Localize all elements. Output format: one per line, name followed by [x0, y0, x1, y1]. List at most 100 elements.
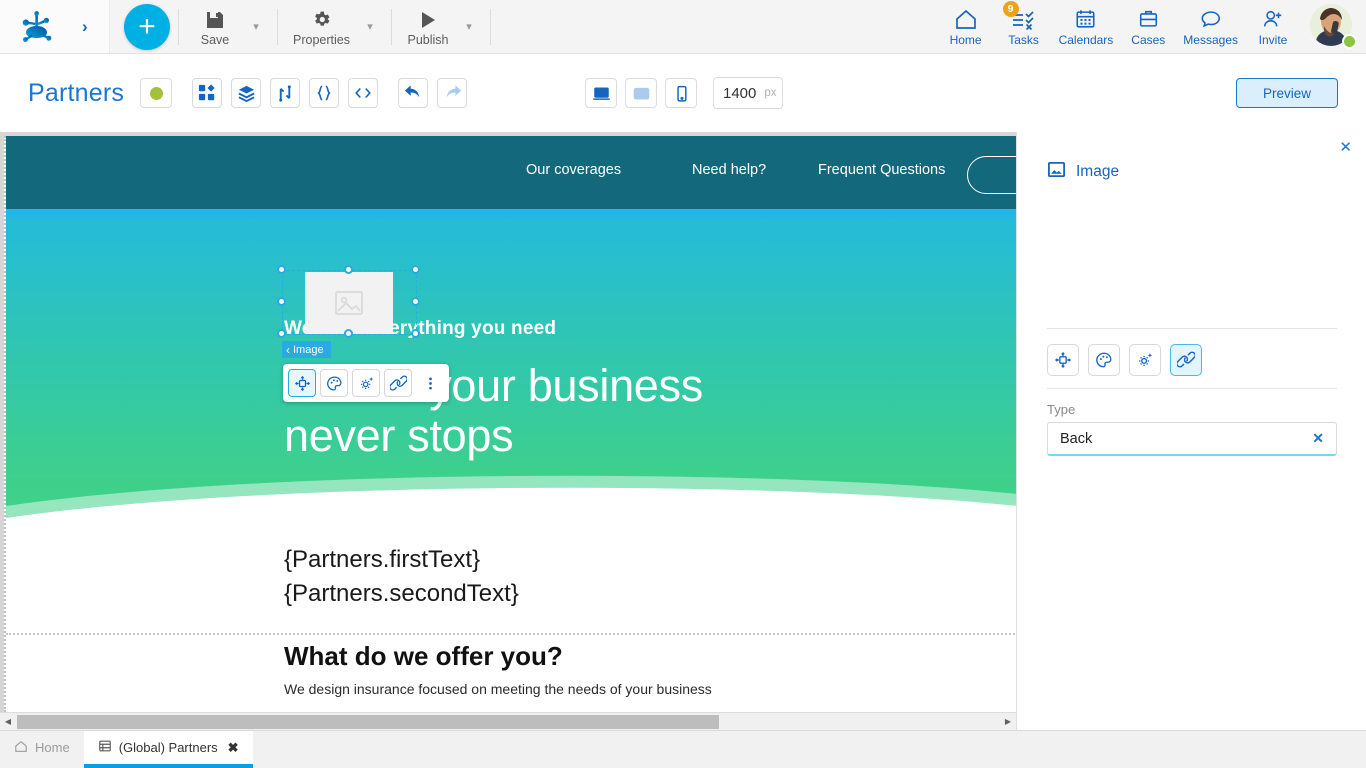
viewport-switcher: 1400 px: [585, 77, 783, 109]
type-field-label: Type: [1047, 402, 1076, 417]
float-link-button[interactable]: [384, 369, 412, 397]
image-placeholder[interactable]: [305, 272, 393, 334]
panel-tab-link[interactable]: [1170, 344, 1202, 376]
save-label: Save: [200, 33, 230, 47]
expand-sidebar-chevron-right-icon[interactable]: ›: [82, 17, 88, 37]
divider: [489, 8, 491, 45]
person-plus-icon: [1261, 6, 1285, 31]
site-nav-link-help[interactable]: Need help?: [692, 162, 766, 178]
properties-button[interactable]: Properties: [286, 3, 357, 51]
viewport-desktop-button[interactable]: [585, 78, 617, 108]
offer-subtext[interactable]: We design insurance focused on meeting t…: [284, 681, 712, 697]
nav-tasks-label: Tasks: [1008, 33, 1039, 47]
panel-tab-effects[interactable]: [1129, 344, 1161, 376]
publish-button[interactable]: Publish: [400, 3, 456, 51]
panel-tab-palette[interactable]: [1088, 344, 1120, 376]
bottom-tab-home-label: Home: [35, 740, 70, 755]
scroll-left-arrow-icon[interactable]: ◀: [0, 713, 16, 730]
scrollbar-thumb[interactable]: [17, 715, 719, 729]
hero-section[interactable]: Our coverages Need help? Frequent Questi…: [6, 136, 1016, 540]
selection-breadcrumb-label: Image: [293, 343, 324, 356]
nav-home[interactable]: Home: [937, 2, 995, 52]
image-icon: [1047, 160, 1066, 184]
add-button[interactable]: +: [124, 3, 170, 50]
page-canvas[interactable]: Our coverages Need help? Frequent Questi…: [4, 136, 1016, 712]
nav-messages-label: Messages: [1183, 33, 1238, 47]
data-flow-button[interactable]: [270, 78, 301, 108]
nav-calendars[interactable]: Calendars: [1053, 2, 1120, 52]
site-navbar[interactable]: Our coverages Need help? Frequent Questi…: [6, 136, 1016, 209]
preview-button[interactable]: Preview: [1236, 78, 1338, 108]
curly-braces-button[interactable]: [309, 78, 340, 108]
nav-cases[interactable]: Cases: [1119, 2, 1177, 52]
properties-label: Properties: [293, 33, 350, 47]
site-nav-link-faq[interactable]: Frequent Questions: [818, 162, 945, 178]
site-nav-link-coverages[interactable]: Our coverages: [526, 162, 621, 178]
offer-heading[interactable]: What do we offer you?: [284, 641, 563, 672]
type-clear-icon[interactable]: ✕: [1312, 430, 1324, 447]
save-button[interactable]: Save: [187, 3, 243, 51]
undo-button[interactable]: [398, 78, 429, 108]
canvas-area: Our coverages Need help? Frequent Questi…: [0, 132, 1016, 712]
global-nav: Home 9 Tasks Calendars Cases Messages In…: [937, 0, 1366, 52]
element-floating-toolbar: [283, 364, 449, 402]
hero-wave-decoration: [6, 475, 1016, 540]
type-select[interactable]: Back ✕: [1047, 422, 1337, 456]
briefcase-icon: [1137, 6, 1160, 31]
toolbar-actions: + Save ▾ Properties ▾ Publish ▾ Home 9 T…: [110, 0, 1366, 53]
viewport-mobile-button[interactable]: [665, 78, 697, 108]
publish-label: Publish: [407, 33, 449, 47]
image-placeholder-icon: [335, 291, 363, 315]
layers-button[interactable]: [231, 78, 262, 108]
nav-calendars-label: Calendars: [1058, 33, 1114, 47]
nav-invite[interactable]: Invite: [1244, 2, 1302, 52]
avatar[interactable]: [1310, 3, 1357, 50]
bottom-tab-close-icon[interactable]: ✖: [228, 740, 239, 756]
panel-close-icon[interactable]: ✕: [1339, 140, 1352, 155]
bottom-tab-partners[interactable]: (Global) Partners ✖: [83, 731, 253, 768]
viewport-width-value: 1400: [723, 84, 757, 102]
float-move-button[interactable]: [288, 369, 316, 397]
home-outline-icon: [14, 740, 28, 756]
scroll-right-arrow-icon[interactable]: ▶: [1000, 713, 1016, 730]
frog-foot-logo-icon[interactable]: [18, 10, 56, 44]
panel-title: Image: [1076, 163, 1120, 180]
type-select-value: Back: [1060, 430, 1093, 447]
float-effects-button[interactable]: [352, 369, 380, 397]
properties-dropdown-chevron-down-icon[interactable]: ▾: [357, 3, 383, 51]
nav-tasks[interactable]: 9 Tasks: [995, 0, 1053, 52]
components-grid-button[interactable]: [192, 78, 223, 108]
redo-button[interactable]: [437, 78, 468, 108]
code-tags-button[interactable]: [348, 78, 379, 108]
publish-dropdown-chevron-down-icon[interactable]: ▾: [456, 3, 482, 51]
body-binding-text-second[interactable]: {Partners.secondText}: [284, 580, 519, 608]
site-nav-cta-button[interactable]: Quote now: [967, 156, 1016, 194]
panel-tab-group: [1047, 344, 1202, 376]
floppy-disk-icon: [205, 6, 225, 30]
bottom-tab-home[interactable]: Home: [0, 731, 84, 764]
body-binding-text-first[interactable]: {Partners.firstText}: [284, 546, 480, 574]
section-divider: [6, 633, 1016, 635]
logo-zone: ›: [0, 0, 110, 53]
gear-icon: [311, 6, 332, 30]
nav-messages[interactable]: Messages: [1177, 2, 1244, 52]
save-dropdown-chevron-down-icon[interactable]: ▾: [243, 3, 269, 51]
float-palette-button[interactable]: [320, 369, 348, 397]
divider: [178, 8, 179, 45]
editor-toolbar: Partners 1400 px Preview: [0, 54, 1366, 132]
float-more-button[interactable]: [416, 369, 444, 397]
avatar-status-dot: [1342, 33, 1357, 49]
bottom-tab-bar: Home (Global) Partners ✖: [0, 730, 1366, 768]
nav-home-label: Home: [949, 33, 982, 47]
panel-header: Image: [1047, 160, 1119, 184]
panel-tab-move[interactable]: [1047, 344, 1079, 376]
viewport-width-input[interactable]: 1400 px: [713, 77, 783, 109]
canvas-horizontal-scrollbar[interactable]: ◀ ▶: [0, 712, 1016, 730]
tasks-badge: 9: [1002, 0, 1019, 17]
play-icon: [418, 6, 438, 30]
panel-divider-bottom: [1047, 388, 1337, 389]
viewport-tablet-button[interactable]: [625, 78, 657, 108]
selection-breadcrumb[interactable]: ‹ Image: [282, 341, 331, 358]
nav-cases-label: Cases: [1131, 33, 1166, 47]
divider: [277, 8, 278, 45]
